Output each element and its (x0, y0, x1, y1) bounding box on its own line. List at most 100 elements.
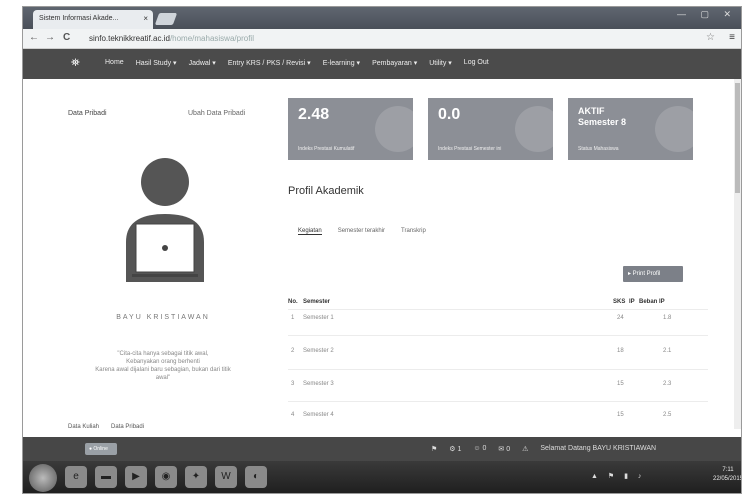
ipk-card: 2.48 Indeks Prestasi Kumulatif (288, 98, 413, 160)
row-sks: 15 (617, 412, 624, 418)
url-host: sinfo.teknikkreatif.ac.id (89, 34, 170, 43)
scrollbar[interactable] (734, 79, 741, 429)
nav-item-elearning[interactable]: E-learning ▾ (323, 59, 360, 67)
settings-icon[interactable]: ⚙ 1 (449, 445, 461, 453)
nav-item-home[interactable]: Home (105, 59, 124, 67)
nav-item-logout[interactable]: Log Out (464, 59, 489, 67)
profile-tabs: Kegiatan Semester terakhir Transkrip (298, 228, 426, 235)
data-pribadi-link[interactable]: Data Pribadi (111, 424, 144, 430)
tab-kegiatan[interactable]: Kegiatan (298, 228, 322, 235)
student-name: BAYU KRISTIAWAN (116, 314, 210, 321)
alert-icon[interactable]: ⚠ (522, 445, 528, 453)
system-tray[interactable]: ▲ ⚑ ▮ ♪ (591, 472, 645, 480)
ie-icon[interactable]: e (65, 466, 87, 488)
ips-card: 0.0 Indeks Prestasi Semester ini (428, 98, 553, 160)
card-decoration (655, 106, 693, 152)
avatar (126, 158, 204, 282)
row-semester: Semester 2 (303, 348, 334, 354)
nav-item-utility[interactable]: Utility ▾ (429, 59, 452, 67)
laptop-logo-icon (162, 245, 168, 251)
flag-icon[interactable]: ⚑ (431, 445, 437, 453)
row-ip: 2.1 (663, 348, 672, 354)
tab-transkrip[interactable]: Transkrip (401, 228, 426, 235)
quote-line: awal" (155, 375, 171, 381)
row-no: 3 (291, 381, 295, 387)
app-icon[interactable]: ✦ (185, 466, 207, 488)
status-card: AKTIF Semester 8 Status Mahasiswa (568, 98, 693, 160)
profile-quote: "Cita-cita hanya sebagai titik awal, Keb… (73, 350, 253, 382)
card-decoration (375, 106, 413, 152)
bookmark-icon[interactable]: ☆ (706, 32, 715, 43)
start-button[interactable] (29, 464, 57, 492)
online-badge[interactable]: ● Online (85, 443, 117, 455)
profile-heading: Data Pribadi (68, 110, 107, 117)
profile-footer-links: Data Kuliah Data Pribadi (68, 424, 144, 430)
row-semester: Semester 3 (303, 381, 334, 387)
mail-icon[interactable]: ✉ 0 (498, 445, 510, 453)
row-ip: 1.8 (663, 315, 672, 321)
user-icon[interactable]: ☺ 0 (473, 445, 486, 453)
data-kuliah-link[interactable]: Data Kuliah (68, 424, 99, 430)
col-header-beban: Beban IP (639, 299, 665, 305)
ips-label: Indeks Prestasi Semester ini (438, 146, 502, 152)
status-label: Status Mahasiswa (578, 146, 619, 152)
nav-menu: Home Hasil Study ▾ Jadwal ▾ Entry KRS / … (105, 59, 489, 67)
site-logo-icon[interactable]: ⛯ (71, 57, 80, 70)
paint-icon[interactable]: ◐ (245, 466, 267, 488)
back-icon[interactable]: ← (29, 32, 39, 43)
clock-date: 22/05/2015 (713, 476, 742, 482)
reload-icon[interactable]: C (63, 32, 70, 43)
media-icon[interactable]: ▶ (125, 466, 147, 488)
url-path: /home/mahasiswa/profil (169, 34, 254, 43)
row-no: 4 (291, 412, 295, 418)
row-semester: Semester 4 (303, 412, 334, 418)
divider (288, 401, 708, 402)
edit-profile-link[interactable]: Ubah Data Pribadi (188, 110, 245, 117)
nav-item-pembayaran[interactable]: Pembayaran ▾ (372, 59, 417, 67)
nav-item-jadwal[interactable]: Jadwal ▾ (189, 59, 216, 67)
nav-item-entry-krs[interactable]: Entry KRS / PKS / Revisi ▾ (228, 59, 311, 67)
ipk-label: Indeks Prestasi Kumulatif (298, 146, 355, 152)
row-ip: 2.3 (663, 381, 672, 387)
quote-line: Kebanyakan orang berhenti (126, 359, 200, 365)
divider (288, 335, 708, 336)
os-taskbar: e ▬ ▶ ◉ ✦ W ◐ ▲ ⚑ ▮ ♪ 7:11 22/05/2015 (23, 461, 742, 493)
welcome-text: Selamat Datang BAYU KRISTIAWAN (540, 445, 657, 452)
laptop-base (132, 274, 198, 277)
row-no: 2 (291, 348, 295, 354)
row-no: 1 (291, 315, 295, 321)
clock[interactable]: 7:11 22/05/2015 (713, 466, 742, 484)
row-sks: 24 (617, 315, 624, 321)
scrollbar-thumb[interactable] (735, 83, 740, 193)
url-input[interactable]: sinfo.teknikkreatif.ac.id/home/mahasiswa… (85, 32, 685, 46)
row-sks: 15 (617, 381, 624, 387)
col-header-semester: Semester (303, 299, 331, 305)
col-header-ip: IP (629, 299, 635, 305)
forward-icon[interactable]: → (45, 32, 55, 43)
tab-title: Sistem Informasi Akade... (39, 15, 119, 22)
word-icon[interactable]: W (215, 466, 237, 488)
col-header-sks: SKS (613, 299, 626, 305)
divider (288, 369, 708, 370)
quote-line: "Cita-cita hanya sebagai titik awal, (117, 351, 209, 357)
row-sks: 18 (617, 348, 624, 354)
row-ip: 2.5 (663, 412, 672, 418)
browser-menu-icon[interactable]: ≡ (729, 32, 735, 43)
tab-semester[interactable]: Semester terakhir (338, 228, 385, 235)
browser-window: Sistem Informasi Akade... × — ▢ ✕ ← → C … (22, 6, 742, 494)
chrome-icon[interactable]: ◉ (155, 466, 177, 488)
close-icon[interactable]: × (143, 14, 148, 23)
print-button[interactable]: ▸ Print Profil (623, 266, 683, 282)
window-controls[interactable]: — ▢ ✕ (677, 9, 737, 20)
new-tab-button[interactable] (154, 13, 178, 25)
browser-tab[interactable]: Sistem Informasi Akade... × (33, 10, 153, 29)
row-semester: Semester 1 (303, 315, 334, 321)
folder-icon[interactable]: ▬ (95, 466, 117, 488)
address-bar: ← → C sinfo.teknikkreatif.ac.id/home/mah… (23, 29, 741, 49)
divider (288, 309, 708, 310)
tab-strip: Sistem Informasi Akade... × — ▢ ✕ (23, 7, 741, 29)
status-items: ⚑ ⚙ 1 ☺ 0 ✉ 0 ⚠ Selamat Datang BAYU KRIS… (431, 445, 656, 453)
avatar-head (141, 158, 189, 206)
col-header-no: No. (288, 299, 298, 305)
nav-item-hasil-study[interactable]: Hasil Study ▾ (136, 59, 177, 67)
